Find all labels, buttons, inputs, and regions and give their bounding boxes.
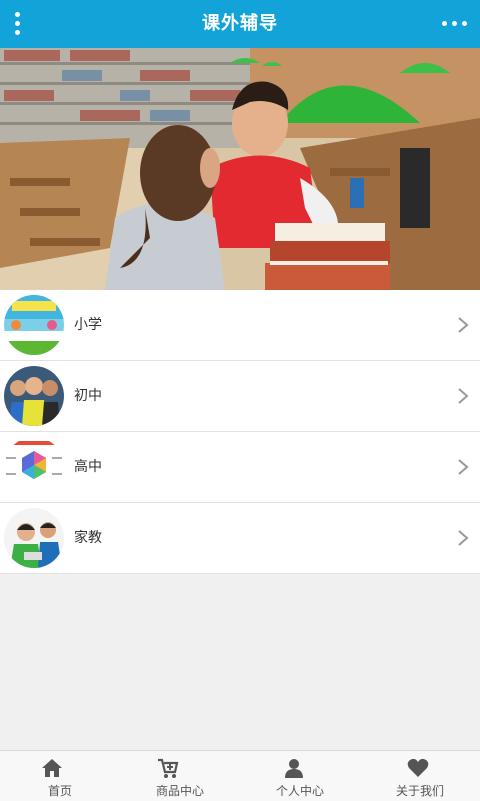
tab-label: 关于我们 [395, 784, 444, 798]
list-item-label: 高中 [74, 459, 102, 475]
high-school-thumbnail [4, 437, 64, 497]
heart-icon [407, 758, 429, 777]
primary-school-thumbnail [4, 295, 64, 355]
category-list: 小学 初中 高中 家教 [0, 290, 480, 574]
tab-label: 首页 [47, 784, 72, 798]
chevron-right-icon [458, 530, 469, 546]
tab-about[interactable]: 关于我们 [360, 751, 480, 801]
chevron-right-icon [458, 317, 469, 333]
tab-label: 商品中心 [155, 784, 204, 798]
list-item-high[interactable]: 高中 [0, 432, 480, 503]
home-icon [42, 759, 62, 777]
tab-products[interactable]: 商品中心 [120, 751, 240, 801]
tab-profile[interactable]: 个人中心 [240, 751, 360, 801]
middle-school-thumbnail [4, 366, 64, 426]
user-icon [285, 759, 303, 778]
horizontal-dots-icon[interactable] [432, 0, 480, 48]
tab-home[interactable]: 首页 [0, 751, 120, 801]
tutoring-thumbnail [4, 508, 64, 568]
list-item-label: 小学 [74, 317, 102, 333]
tab-label: 个人中心 [275, 784, 324, 798]
banner-image [0, 48, 480, 290]
cart-icon [158, 758, 179, 778]
chevron-right-icon [458, 388, 469, 404]
page-title: 课外辅导 [202, 13, 278, 34]
list-item-label: 家教 [74, 530, 102, 546]
chevron-right-icon [458, 459, 469, 475]
list-item-primary[interactable]: 小学 [0, 290, 480, 361]
list-item-tutoring[interactable]: 家教 [0, 503, 480, 574]
list-item-middle[interactable]: 初中 [0, 361, 480, 432]
list-item-label: 初中 [74, 388, 102, 404]
bottom-tab-bar: 首页 商品中心 个人中心 关于我们 [0, 750, 480, 801]
banner-carousel[interactable] [0, 48, 480, 290]
top-bar: 课外辅导 [0, 0, 480, 48]
